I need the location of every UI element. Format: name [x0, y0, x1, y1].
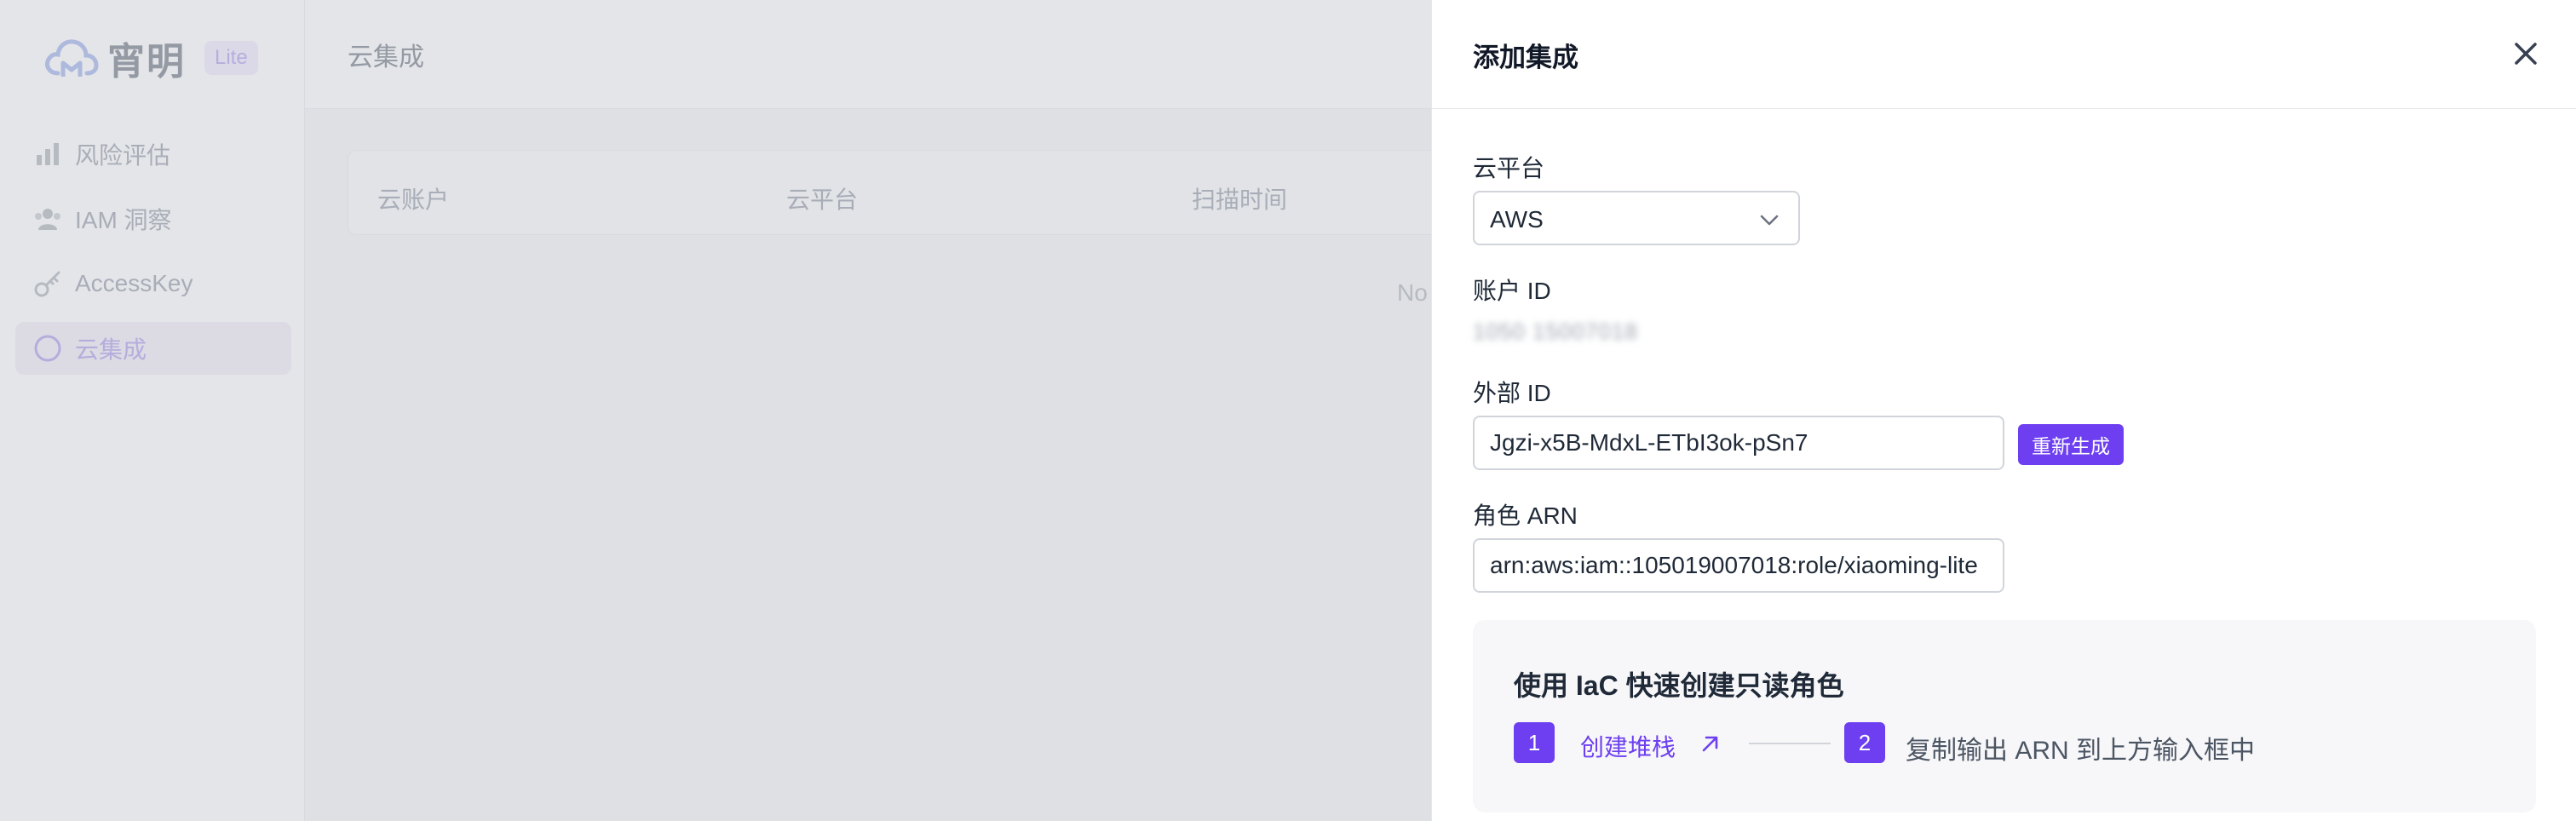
close-icon[interactable] — [2510, 37, 2542, 70]
modal-overlay[interactable] — [0, 0, 1431, 821]
role-arn-label: 角色 ARN — [1473, 502, 1578, 529]
account-id-value: 1050 15007018 — [1473, 319, 1638, 344]
step-connector — [1749, 743, 1831, 744]
cloud-platform-select[interactable]: AWS — [1473, 191, 1800, 245]
account-id-label: 账户 ID — [1473, 278, 1551, 304]
regenerate-button[interactable]: 重新生成 — [2018, 424, 2124, 465]
add-integration-drawer: 添加集成 云平台 AWS 账户 ID 1050 15007018 外部 ID 重… — [1431, 0, 2576, 821]
step-number-1: 1 — [1514, 722, 1555, 763]
external-link-arrow-icon[interactable] — [1698, 731, 1723, 756]
drawer-header: 添加集成 — [1432, 0, 2576, 109]
external-id-input[interactable] — [1473, 416, 2004, 470]
create-stack-link[interactable]: 创建堆栈 — [1580, 729, 1676, 763]
external-id-label: 外部 ID — [1473, 380, 1551, 406]
chevron-down-icon — [1760, 215, 1779, 226]
step-number-2: 2 — [1844, 722, 1885, 763]
iac-guide-panel: 使用 IaC 快速创建只读角色 1 创建堆栈 2 复制输出 ARN 到上方输入框… — [1473, 620, 2536, 812]
drawer-title: 添加集成 — [1473, 43, 1578, 72]
cloud-platform-label: 云平台 — [1473, 155, 1545, 181]
iac-title: 使用 IaC 快速创建只读角色 — [1514, 670, 1844, 701]
role-arn-input[interactable] — [1473, 538, 2004, 593]
cloud-platform-value: AWS — [1490, 206, 1544, 233]
step-2-text: 复制输出 ARN 到上方输入框中 — [1906, 737, 2256, 765]
